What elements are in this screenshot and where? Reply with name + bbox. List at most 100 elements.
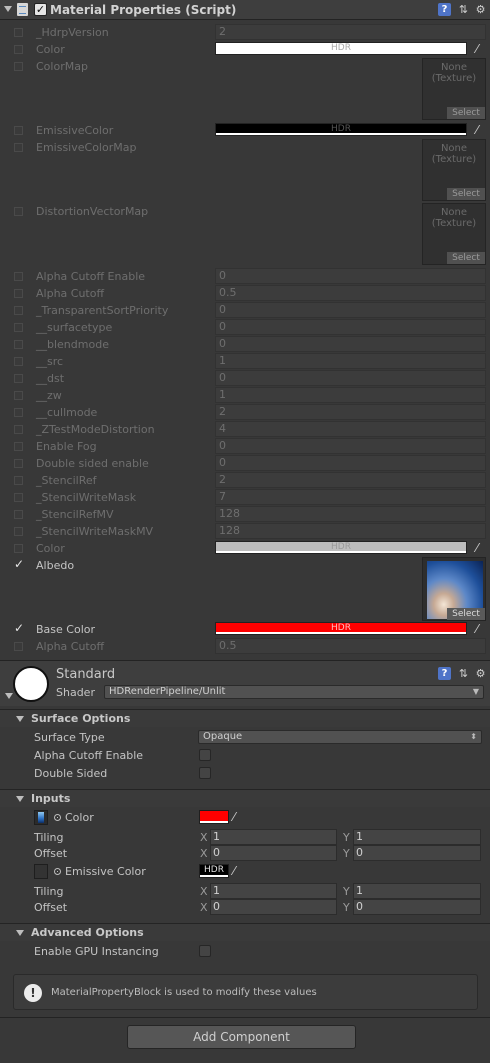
tiling-y-field[interactable]: 1: [353, 829, 481, 845]
advanced-options-section-header[interactable]: Advanced Options: [0, 923, 490, 941]
texture-slot[interactable]: None (Texture) Select: [422, 139, 486, 201]
offset-y-field[interactable]: 0: [353, 845, 481, 861]
offset-x-field[interactable]: 0: [210, 899, 337, 915]
property-value-field[interactable]: 7: [215, 489, 486, 505]
color-field[interactable]: HDR: [215, 622, 467, 635]
help-icon[interactable]: ?: [438, 667, 451, 680]
offset-row: Offset X 0 Y 0: [0, 899, 490, 916]
property-checkbox[interactable]: [14, 340, 23, 349]
property-checkbox[interactable]: [14, 476, 23, 485]
eyedropper-icon[interactable]: ⁄: [233, 810, 235, 824]
settings-gear-icon[interactable]: ⚙: [474, 3, 487, 16]
foldout-arrow-icon[interactable]: [5, 693, 13, 699]
tiling-y-field[interactable]: 1: [353, 883, 481, 899]
foldout-arrow-icon[interactable]: [16, 796, 24, 802]
foldout-arrow-icon[interactable]: [16, 716, 24, 722]
property-value-field[interactable]: 0.5: [215, 638, 486, 654]
property-value-field[interactable]: 0: [215, 319, 486, 335]
property-checkbox[interactable]: [14, 442, 23, 451]
albedo-texture-slot[interactable]: Select: [422, 557, 486, 621]
texture-picker-icon[interactable]: [54, 868, 61, 875]
property-checkbox[interactable]: [14, 143, 23, 152]
property-checkbox[interactable]: [14, 126, 23, 135]
texture-select-button[interactable]: Select: [447, 608, 485, 620]
color-field[interactable]: HDR: [215, 123, 467, 136]
texture-select-button[interactable]: Select: [447, 107, 485, 119]
preset-icon[interactable]: ⇅: [457, 3, 470, 16]
property-value-field[interactable]: 0: [215, 268, 486, 284]
property-value-field[interactable]: 0: [215, 302, 486, 318]
emissive-texture-thumbnail[interactable]: [34, 864, 48, 879]
eyedropper-icon[interactable]: ⁄: [470, 622, 484, 636]
color-field[interactable]: HDR: [215, 541, 467, 554]
property-checkbox-checked[interactable]: ✓: [12, 557, 26, 571]
texture-picker-icon[interactable]: [54, 814, 61, 821]
color-texture-thumbnail[interactable]: [34, 810, 48, 825]
property-checkbox[interactable]: [14, 391, 23, 400]
property-checkbox[interactable]: [14, 289, 23, 298]
inputs-section-header[interactable]: Inputs: [0, 789, 490, 807]
shader-dropdown[interactable]: HDRenderPipeline/Unlit ▼: [104, 685, 484, 699]
property-checkbox-checked[interactable]: ✓: [12, 621, 26, 635]
eyedropper-icon[interactable]: ⁄: [233, 864, 235, 878]
material-name: Standard: [56, 667, 116, 682]
property-value-field[interactable]: 2: [215, 24, 486, 40]
tiling-x-field[interactable]: 1: [210, 829, 337, 845]
texture-select-button[interactable]: Select: [447, 252, 485, 264]
property-checkbox[interactable]: [14, 28, 23, 37]
foldout-arrow-icon[interactable]: [4, 6, 12, 12]
property-checkbox[interactable]: [14, 306, 23, 315]
property-checkbox[interactable]: [14, 357, 23, 366]
property-value-field[interactable]: 0.5: [215, 285, 486, 301]
foldout-arrow-icon[interactable]: [16, 930, 24, 936]
property-checkbox[interactable]: [14, 323, 23, 332]
property-value-field[interactable]: 1: [215, 353, 486, 369]
surface-options-section-header[interactable]: Surface Options: [0, 709, 490, 727]
property-checkbox[interactable]: [14, 45, 23, 54]
eyedropper-icon[interactable]: ⁄: [470, 541, 484, 555]
property-checkbox[interactable]: [14, 510, 23, 519]
settings-gear-icon[interactable]: ⚙: [474, 667, 487, 680]
property-value-field[interactable]: 1: [215, 387, 486, 403]
preset-icon[interactable]: ⇅: [457, 667, 470, 680]
property-checkbox[interactable]: [14, 544, 23, 553]
texture-slot[interactable]: None (Texture) Select: [422, 58, 486, 120]
help-icon[interactable]: ?: [438, 3, 451, 16]
property-value-field[interactable]: 0: [215, 438, 486, 454]
eyedropper-icon[interactable]: ⁄: [470, 123, 484, 137]
component-enabled-checkbox[interactable]: ✓: [34, 3, 47, 16]
property-checkbox[interactable]: [14, 527, 23, 536]
add-component-button[interactable]: Add Component: [127, 1025, 356, 1049]
eyedropper-icon[interactable]: ⁄: [470, 42, 484, 56]
property-checkbox[interactable]: [14, 207, 23, 216]
property-checkbox[interactable]: [14, 374, 23, 383]
property-value-field[interactable]: 0: [215, 336, 486, 352]
color-swatch[interactable]: [199, 810, 229, 824]
surface-type-dropdown[interactable]: Opaque ⬍: [198, 730, 482, 744]
gpu-instancing-toggle[interactable]: [199, 945, 211, 957]
property-value-field[interactable]: 0: [215, 370, 486, 386]
property-value-field[interactable]: 128: [215, 506, 486, 522]
offset-y-field[interactable]: 0: [353, 899, 481, 915]
property-checkbox[interactable]: [14, 493, 23, 502]
property-checkbox[interactable]: [14, 272, 23, 281]
offset-x-field[interactable]: 0: [210, 845, 337, 861]
texture-select-button[interactable]: Select: [447, 188, 485, 200]
property-value-field[interactable]: 4: [215, 421, 486, 437]
property-checkbox[interactable]: [14, 459, 23, 468]
tiling-x-field[interactable]: 1: [210, 883, 337, 899]
property-value-field[interactable]: 128: [215, 523, 486, 539]
emissive-color-swatch[interactable]: HDR: [199, 864, 229, 878]
component-header: ✓ Material Properties (Script) ? ⇅ ⚙: [0, 0, 490, 20]
property-checkbox[interactable]: [14, 642, 23, 651]
property-checkbox[interactable]: [14, 62, 23, 71]
property-checkbox[interactable]: [14, 425, 23, 434]
property-value-field[interactable]: 2: [215, 472, 486, 488]
color-field[interactable]: HDR: [215, 42, 467, 55]
double-sided-toggle[interactable]: [199, 767, 211, 779]
property-value-field[interactable]: 0: [215, 455, 486, 471]
texture-slot[interactable]: None (Texture) Select: [422, 203, 486, 265]
property-checkbox[interactable]: [14, 408, 23, 417]
property-value-field[interactable]: 2: [215, 404, 486, 420]
alpha-cutoff-toggle[interactable]: [199, 749, 211, 761]
